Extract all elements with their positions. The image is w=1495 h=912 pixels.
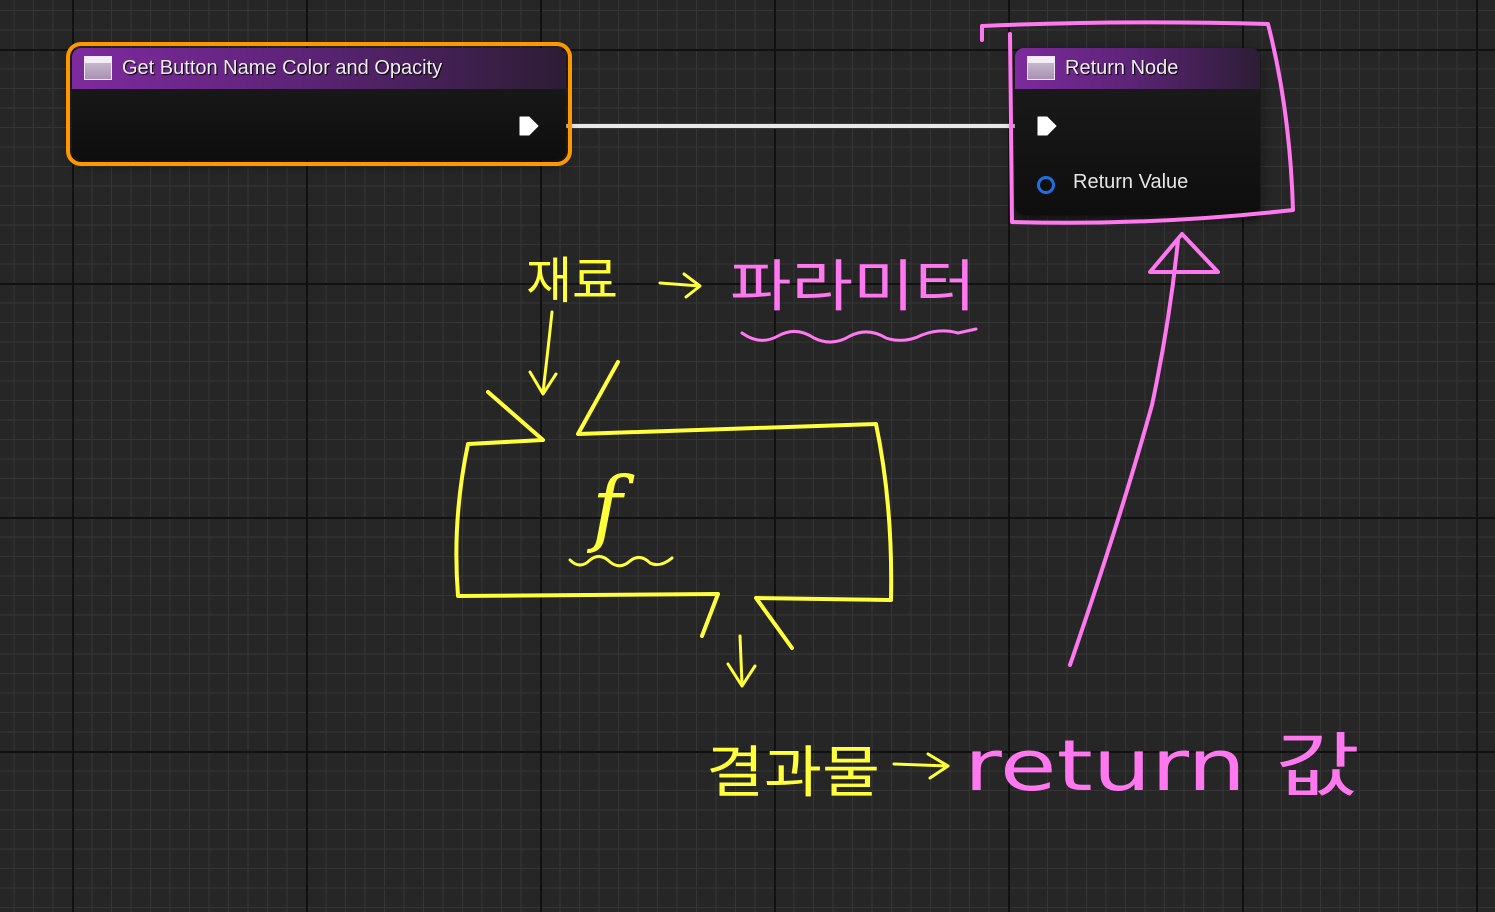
return-node-header[interactable]: Return Node [1015,48,1260,89]
function-entry-node-title: Get Button Name Color and Opacity [122,57,443,79]
return-value-pin[interactable] [1037,176,1055,194]
return-value-label: Return Value [1073,171,1189,193]
function-entry-icon [84,56,112,80]
function-entry-node[interactable]: Get Button Name Color and Opacity [66,42,572,166]
exec-input-pin[interactable] [1036,115,1058,137]
return-node[interactable]: Return Node Return Value [1015,48,1260,215]
function-entry-node-header[interactable]: Get Button Name Color and Opacity [72,48,566,89]
return-node-title: Return Node [1065,57,1179,79]
exec-output-pin[interactable] [518,115,540,137]
function-return-icon [1027,56,1055,80]
